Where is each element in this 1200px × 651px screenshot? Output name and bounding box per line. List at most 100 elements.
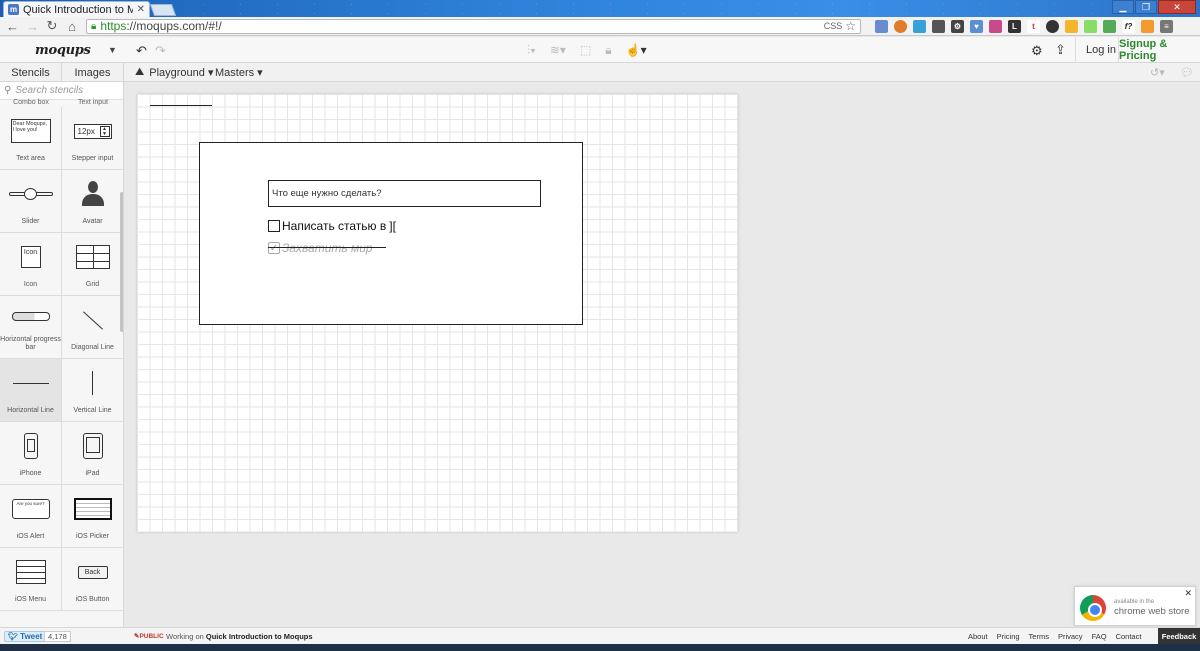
url-text: https://moqups.com/#!/ bbox=[100, 19, 222, 33]
todo-input[interactable]: Что еще нужно сделать? bbox=[268, 180, 541, 207]
stencil-grid-item[interactable]: Grid bbox=[62, 233, 123, 296]
stencil-iphone[interactable]: iPhone bbox=[0, 422, 62, 485]
search-icon: ⚲ bbox=[4, 85, 12, 96]
back-arrow-icon[interactable]: ← bbox=[6, 19, 19, 34]
signup-pricing-button[interactable]: Signup & Pricing bbox=[1118, 37, 1200, 63]
lock-element-icon[interactable]: 🔒︎ bbox=[605, 43, 611, 58]
extension-l-icon[interactable]: L bbox=[1008, 19, 1021, 33]
stencil-ios-picker[interactable]: iOS Picker bbox=[62, 485, 123, 548]
comments-icon[interactable]: 💬︎ bbox=[1180, 66, 1194, 79]
history-icon[interactable]: ↺▾ bbox=[1150, 66, 1165, 79]
forward-arrow-icon[interactable]: → bbox=[26, 19, 39, 34]
settings-gear-icon[interactable]: ⚙ bbox=[1031, 43, 1043, 59]
reload-icon[interactable]: ↻ bbox=[46, 18, 58, 34]
checkbox-checked[interactable]: ✓ bbox=[268, 242, 280, 254]
extension-7-icon[interactable] bbox=[1084, 19, 1097, 33]
stencils-sidebar: ⚲ Search stencils Combo box Text input D… bbox=[0, 82, 124, 627]
stencil-vertical-line[interactable]: Vertical Line bbox=[62, 359, 123, 422]
checkbox[interactable] bbox=[268, 220, 280, 232]
todo-item-active[interactable]: Написать статью в ][ bbox=[268, 219, 396, 233]
align-icon[interactable]: ⫶▾ bbox=[527, 43, 536, 58]
drive-icon[interactable] bbox=[1065, 19, 1078, 33]
stencil-ios-button[interactable]: Back iOS Button bbox=[62, 548, 123, 611]
stencil-label: Vertical Line bbox=[73, 407, 112, 414]
close-icon[interactable]: ✕ bbox=[1184, 588, 1192, 599]
browser-tab[interactable]: m Quick Introduction to Moqups ✕ bbox=[3, 1, 150, 17]
stencil-diagonal-line[interactable]: Diagonal Line bbox=[62, 296, 123, 359]
horizontal-line-icon bbox=[12, 382, 49, 384]
search-input[interactable]: Search stencils bbox=[15, 85, 83, 96]
chrome-logo-icon bbox=[1080, 595, 1106, 621]
extension-1-icon[interactable] bbox=[875, 19, 888, 33]
interaction-hand-icon[interactable]: ☝▾ bbox=[626, 43, 647, 58]
playground-menu[interactable]: ⛰︎ Playground ▾ bbox=[135, 66, 213, 79]
stencil-avatar[interactable]: Avatar bbox=[62, 170, 123, 233]
footer-link-pricing[interactable]: Pricing bbox=[997, 632, 1020, 641]
stencil-horizontal-line[interactable]: Horizontal Line bbox=[0, 359, 62, 422]
stencil-label: Horizontal Line bbox=[7, 407, 54, 414]
chrome-web-store-badge[interactable]: available in the chrome web store ✕ bbox=[1074, 586, 1196, 626]
stencil-ipad[interactable]: iPad bbox=[62, 422, 123, 485]
stencil-ios-menu[interactable]: iOS Menu bbox=[0, 548, 62, 611]
extension-5-icon[interactable]: ♥ bbox=[970, 19, 983, 33]
window-close-icon[interactable]: ✕ bbox=[1158, 0, 1196, 14]
new-tab-button[interactable] bbox=[149, 4, 177, 16]
extension-8-icon[interactable] bbox=[1103, 19, 1116, 33]
bookmark-star-icon[interactable]: ☆ bbox=[845, 19, 856, 33]
todo-frame[interactable]: Что еще нужно сделать? Написать статью в… bbox=[199, 142, 583, 325]
stencil-slider[interactable]: Slider bbox=[0, 170, 62, 233]
address-bar[interactable]: 🔒︎ https://moqups.com/#!/ CSS ☆ bbox=[86, 18, 861, 34]
horizontal-line-shape[interactable] bbox=[150, 105, 212, 106]
footer-link-faq[interactable]: FAQ bbox=[1092, 632, 1107, 641]
undo-icon[interactable]: ↶ bbox=[136, 43, 147, 59]
restore-icon[interactable]: ❐ bbox=[1135, 0, 1157, 14]
minimize-icon[interactable]: ▁ bbox=[1112, 0, 1134, 14]
footer-link-contact[interactable]: Contact bbox=[1116, 632, 1142, 641]
stencil-label: Combo box bbox=[13, 99, 49, 106]
extension-2-icon[interactable] bbox=[894, 19, 907, 33]
twitter-bird-icon: 🐦︎ bbox=[8, 632, 19, 641]
extension-3-icon[interactable] bbox=[913, 19, 926, 33]
home-icon[interactable]: ⌂ bbox=[66, 19, 78, 34]
stencil-stepper-input[interactable]: 12px ▲ ▼ Stepper input bbox=[62, 107, 123, 170]
tab-close-icon[interactable]: ✕ bbox=[137, 4, 145, 15]
tab-stencils[interactable]: Stencils bbox=[0, 63, 62, 82]
stencil-icon[interactable]: Icon Icon bbox=[0, 233, 62, 296]
search-stencils[interactable]: ⚲ Search stencils bbox=[0, 82, 123, 100]
footer-link-about[interactable]: About bbox=[968, 632, 988, 641]
browser-tabstrip: m Quick Introduction to Moqups ✕ ▁ ❐ ✕ bbox=[0, 0, 1200, 17]
tweet-button[interactable]: 🐦︎ Tweet bbox=[4, 631, 47, 642]
share-icon[interactable]: ⇪ bbox=[1055, 42, 1066, 58]
extension-f-icon[interactable]: f? bbox=[1122, 19, 1135, 33]
extension-gear-icon[interactable]: ⚙ bbox=[951, 19, 964, 33]
os-taskbar bbox=[0, 644, 1200, 651]
todo-item-done[interactable]: ✓ Захватить мир bbox=[268, 241, 386, 255]
footer-link-privacy[interactable]: Privacy bbox=[1058, 632, 1083, 641]
stencil-progress-bar[interactable]: Horizontal progress bar bbox=[0, 296, 62, 359]
layers-icon[interactable]: ≋▾ bbox=[550, 43, 566, 58]
footer: 🐦︎ Tweet 4,178 ✎PUBLIC Working on Quick … bbox=[0, 627, 1200, 645]
moqups-logo[interactable]: moqups bbox=[35, 43, 91, 58]
feedback-button[interactable]: Feedback bbox=[1158, 628, 1200, 645]
stencil-label: Grid bbox=[85, 281, 100, 288]
design-canvas[interactable]: Что еще нужно сделать? Написать статью в… bbox=[137, 94, 738, 532]
stencil-label: iPad bbox=[85, 470, 100, 477]
masters-label: Masters ▾ bbox=[215, 67, 263, 79]
extension-new-icon[interactable] bbox=[989, 19, 1002, 33]
masters-menu[interactable]: Masters ▾ bbox=[215, 66, 263, 79]
redo-icon[interactable]: ↷ bbox=[155, 43, 166, 59]
extension-9-icon[interactable] bbox=[1141, 19, 1154, 33]
tab-images[interactable]: Images bbox=[62, 63, 124, 82]
footer-link-terms[interactable]: Terms bbox=[1029, 632, 1049, 641]
stencil-ios-alert[interactable]: Are you sure? iOS Alert bbox=[0, 485, 62, 548]
chevron-down-icon[interactable]: ▼ bbox=[108, 45, 117, 55]
extension-t-icon[interactable]: t bbox=[1027, 19, 1040, 33]
public-badge: ✎PUBLIC bbox=[134, 633, 164, 640]
progress-icon bbox=[11, 311, 50, 321]
extension-4-icon[interactable] bbox=[932, 19, 945, 33]
stencil-text-area[interactable]: Dear Moqups, I love you! Text area bbox=[0, 107, 62, 170]
extension-6-icon[interactable] bbox=[1046, 19, 1059, 33]
menu-icon[interactable]: ≡ bbox=[1160, 19, 1173, 33]
group-icon[interactable]: ⬚ bbox=[580, 43, 591, 58]
sub-toolbar: Stencils Images ⛰︎ Playground ▾ Masters … bbox=[0, 63, 1200, 82]
